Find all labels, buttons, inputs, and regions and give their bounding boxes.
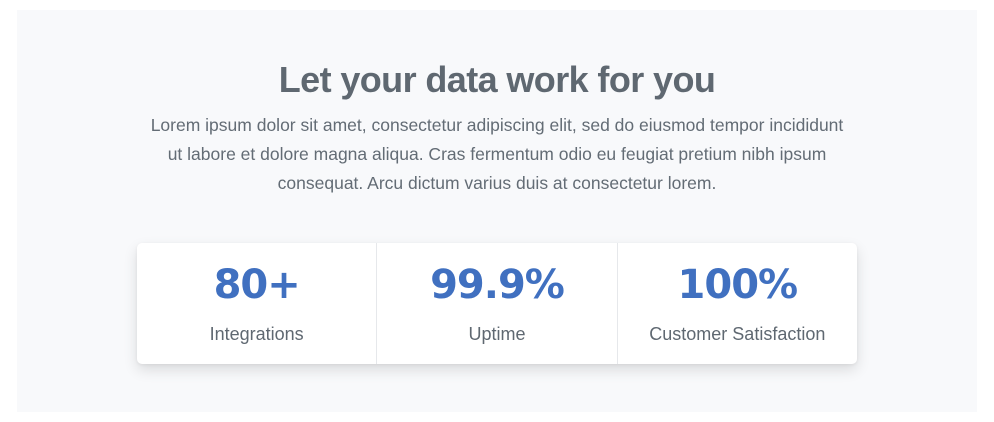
stats-card: 80+ Integrations 99.9% Uptime 100% Custo…: [137, 243, 857, 364]
stat-label: Uptime: [468, 324, 526, 344]
stat-label: Customer Satisfaction: [649, 324, 826, 344]
stats-section: Let your data work for you Lorem ipsum d…: [17, 10, 977, 412]
stat-uptime: 99.9% Uptime: [376, 243, 616, 364]
stat-customer-satisfaction: 100% Customer Satisfaction: [616, 243, 857, 364]
stat-value: 80+: [213, 262, 301, 308]
section-description: Lorem ipsum dolor sit amet, consectetur …: [150, 115, 844, 193]
stat-value: 99.9%: [430, 262, 565, 308]
stat-value: 100%: [677, 262, 799, 308]
stat-label: Integrations: [209, 324, 304, 344]
stat-integrations: 80+ Integrations: [137, 243, 376, 364]
section-title: Let your data work for you: [278, 59, 716, 100]
